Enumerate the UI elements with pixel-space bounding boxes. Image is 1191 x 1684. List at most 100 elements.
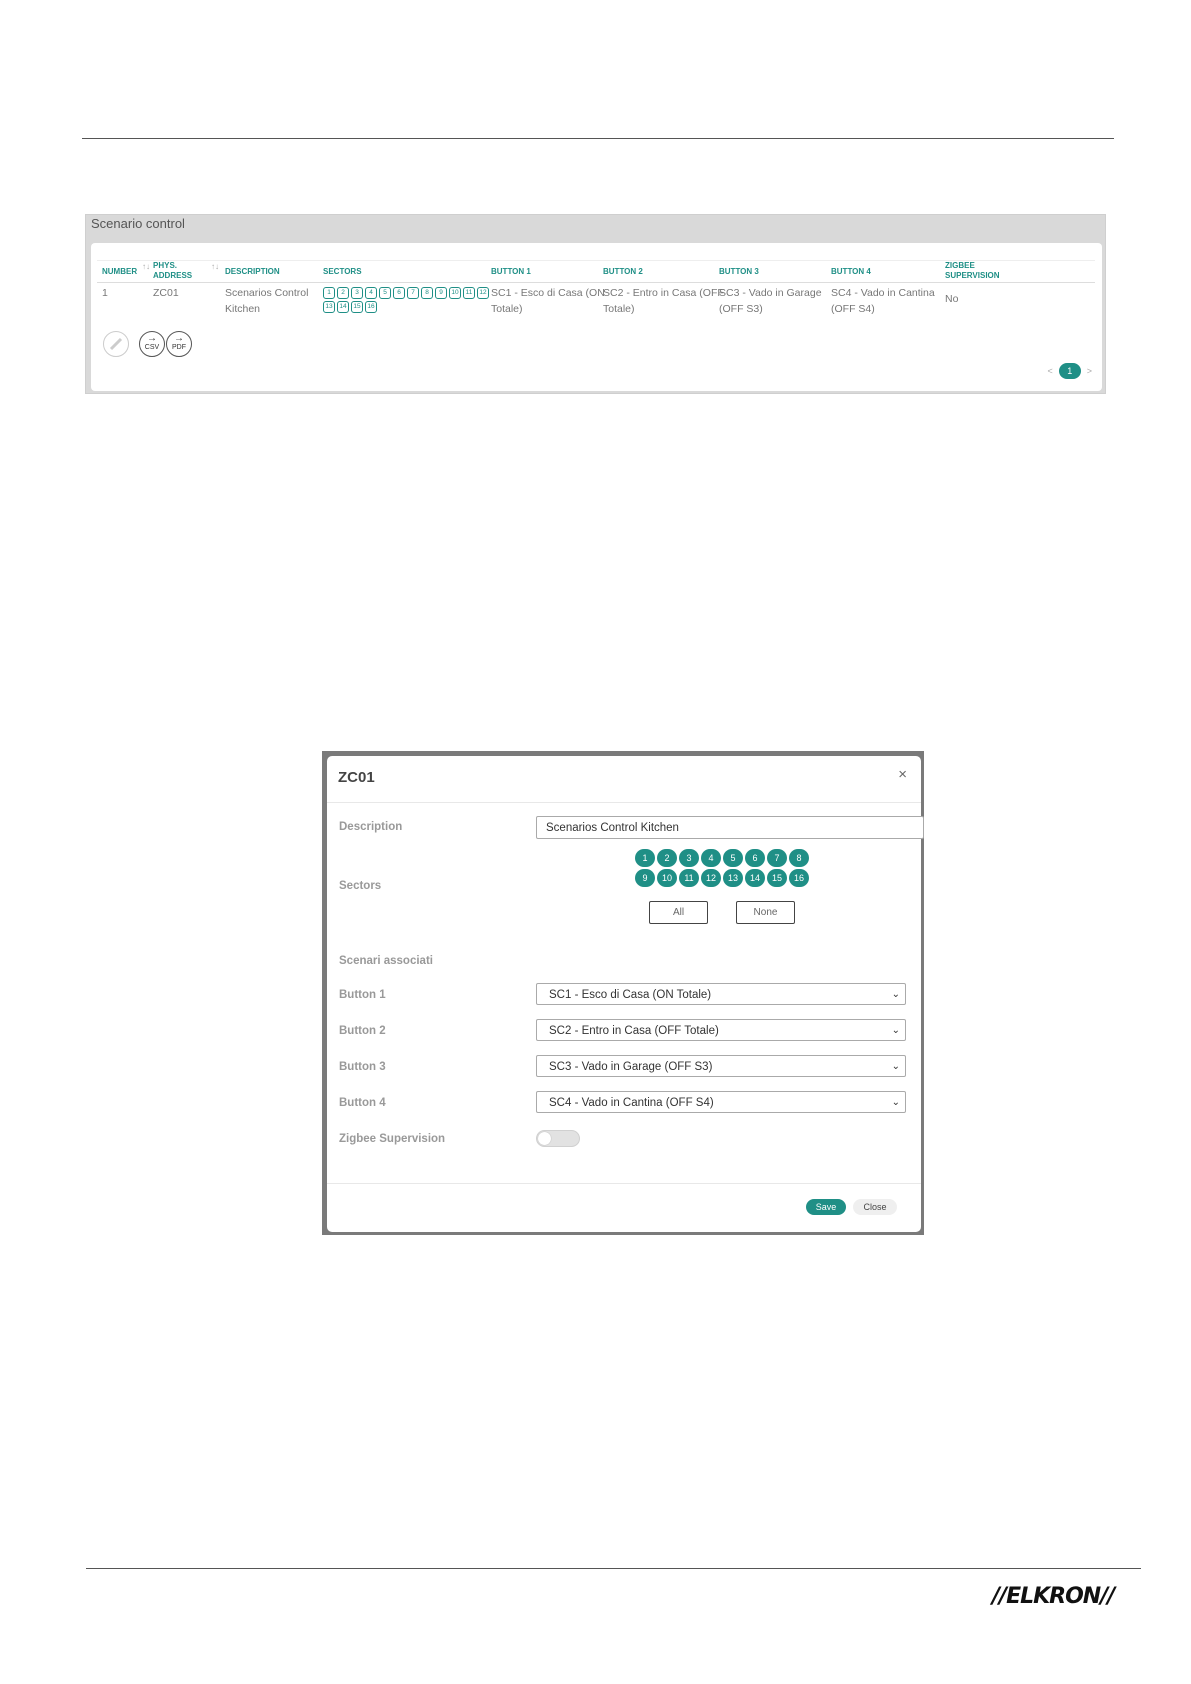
save-button[interactable]: Save: [806, 1199, 846, 1215]
export-pdf-label: PDF: [172, 344, 186, 351]
sector-indicator: 10: [449, 287, 461, 299]
pagination-next[interactable]: >: [1087, 366, 1092, 376]
cell-button-1-line2: Totale): [491, 303, 523, 315]
header-description: DESCRIPTION: [225, 267, 280, 276]
sector-indicator: 12: [477, 287, 489, 299]
sector-chip[interactable]: 2: [657, 849, 677, 867]
sector-chip[interactable]: 16: [789, 869, 809, 887]
header-button-1: BUTTON 1: [491, 267, 531, 276]
chevron-down-icon: ⌄: [891, 1097, 900, 1108]
cell-description-line1: Scenarios Control: [225, 287, 309, 299]
modal-header-divider: [327, 802, 921, 803]
sector-indicator: 1: [323, 287, 335, 299]
header-phys-address-line1: PHYS.: [153, 261, 178, 270]
sector-chip[interactable]: 8: [789, 849, 809, 867]
button-1-select[interactable]: SC1 - Esco di Casa (ON Totale) ⌄: [536, 983, 906, 1005]
header-number[interactable]: NUMBER: [102, 267, 137, 277]
toggle-knob: [538, 1132, 551, 1145]
sort-icon[interactable]: ↑↓: [142, 262, 150, 271]
sector-indicator: 14: [337, 301, 349, 313]
cell-button-2: SC2 - Entro in Casa (OFF Totale): [603, 285, 724, 317]
table-header-divider: [97, 282, 1095, 283]
sector-chip[interactable]: 13: [723, 869, 743, 887]
button-2-selected-value: SC2 - Entro in Casa (OFF Totale): [549, 1025, 719, 1037]
cell-button-1: SC1 - Esco di Casa (ON Totale): [491, 285, 605, 317]
export-csv-button[interactable]: → CSV: [139, 331, 165, 357]
sector-indicator: 4: [365, 287, 377, 299]
scenario-table-card: NUMBER ↑↓ PHYS. ADDRESS ↑↓ DESCRIPTION S…: [91, 243, 1102, 391]
description-label: Description: [339, 821, 403, 833]
panel-title: Scenario control: [91, 216, 185, 231]
sort-icon[interactable]: ↑↓: [211, 262, 219, 271]
cell-button-3-line1: SC3 - Vado in Garage: [719, 287, 822, 299]
select-all-button[interactable]: All: [649, 901, 708, 924]
sector-chip[interactable]: 5: [723, 849, 743, 867]
close-button[interactable]: Close: [853, 1199, 897, 1215]
sector-indicator: 9: [435, 287, 447, 299]
header-phys-address[interactable]: PHYS. ADDRESS: [153, 261, 192, 281]
sector-chip[interactable]: 12: [701, 869, 721, 887]
sector-chip[interactable]: 4: [701, 849, 721, 867]
button-3-select[interactable]: SC3 - Vado in Garage (OFF S3) ⌄: [536, 1055, 906, 1077]
cell-button-4-line1: SC4 - Vado in Cantina: [831, 287, 935, 299]
cell-sectors: 1 2 3 4 5 6 7 8 9 10 11 12 13 14 15 16: [323, 287, 501, 315]
chevron-down-icon: ⌄: [891, 1061, 900, 1072]
sector-indicator: 16: [365, 301, 377, 313]
cell-zigbee: No: [945, 293, 959, 305]
cell-description-line2: Kitchen: [225, 303, 261, 315]
edit-icon[interactable]: [103, 331, 129, 357]
scenari-associati-heading: Scenari associati: [339, 955, 433, 967]
pagination-prev[interactable]: <: [1047, 366, 1052, 376]
header-button-2: BUTTON 2: [603, 267, 643, 276]
export-csv-label: CSV: [144, 344, 160, 351]
pagination-page-1[interactable]: 1: [1058, 363, 1081, 379]
cell-button-2-line1: SC2 - Entro in Casa (OFF: [603, 287, 724, 299]
button-4-label: Button 4: [339, 1097, 386, 1109]
sector-chip[interactable]: 9: [635, 869, 655, 887]
header-button-3: BUTTON 3: [719, 267, 759, 276]
sector-indicator: 7: [407, 287, 419, 299]
button-1-label: Button 1: [339, 989, 386, 1001]
header-rule: [82, 138, 1114, 139]
cell-button-4: SC4 - Vado in Cantina (OFF S4): [831, 285, 935, 317]
cell-description: Scenarios Control Kitchen: [225, 285, 308, 317]
header-sectors: SECTORS: [323, 267, 362, 276]
chevron-down-icon: ⌄: [891, 989, 900, 1000]
sector-chip[interactable]: 1: [635, 849, 655, 867]
button-4-select[interactable]: SC4 - Vado in Cantina (OFF S4) ⌄: [536, 1091, 906, 1113]
sector-chip[interactable]: 6: [745, 849, 765, 867]
close-icon[interactable]: ×: [898, 766, 907, 783]
cell-button-1-line1: SC1 - Esco di Casa (ON: [491, 287, 605, 299]
select-none-button[interactable]: None: [736, 901, 795, 924]
sector-indicator: 5: [379, 287, 391, 299]
button-3-selected-value: SC3 - Vado in Garage (OFF S3): [549, 1061, 713, 1073]
button-2-select[interactable]: SC2 - Entro in Casa (OFF Totale) ⌄: [536, 1019, 906, 1041]
button-3-label: Button 3: [339, 1061, 386, 1073]
header-phys-address-line2: ADDRESS: [153, 271, 193, 280]
chevron-down-icon: ⌄: [891, 1025, 900, 1036]
sector-indicator: 13: [323, 301, 335, 313]
modal-title: ZC01: [338, 769, 375, 786]
cell-button-3-line2: (OFF S3): [719, 303, 763, 315]
sector-chip[interactable]: 3: [679, 849, 699, 867]
cell-button-2-line2: Totale): [603, 303, 635, 315]
cell-number: 1: [102, 287, 108, 299]
sector-chip[interactable]: 14: [745, 869, 765, 887]
button-2-label: Button 2: [339, 1025, 386, 1037]
sector-chip[interactable]: 15: [767, 869, 787, 887]
header-button-4: BUTTON 4: [831, 267, 871, 276]
sector-chip[interactable]: 7: [767, 849, 787, 867]
cell-button-3: SC3 - Vado in Garage (OFF S3): [719, 285, 822, 317]
scenario-control-panel: Scenario control NUMBER ↑↓ PHYS. ADDRESS…: [85, 214, 1106, 394]
zigbee-supervision-label: Zigbee Supervision: [339, 1133, 446, 1145]
header-zigbee-line1: ZIGBEE: [945, 261, 975, 270]
description-field[interactable]: [536, 816, 924, 839]
export-pdf-button[interactable]: → PDF: [166, 331, 192, 357]
sectors-label: Sectors: [339, 880, 382, 892]
sector-chip[interactable]: 11: [679, 869, 699, 887]
export-arrow-icon: →: [147, 333, 157, 344]
cell-phys-address: ZC01: [153, 287, 179, 299]
zigbee-supervision-toggle[interactable]: [536, 1130, 580, 1147]
sector-indicator: 8: [421, 287, 433, 299]
sector-chip[interactable]: 10: [657, 869, 677, 887]
